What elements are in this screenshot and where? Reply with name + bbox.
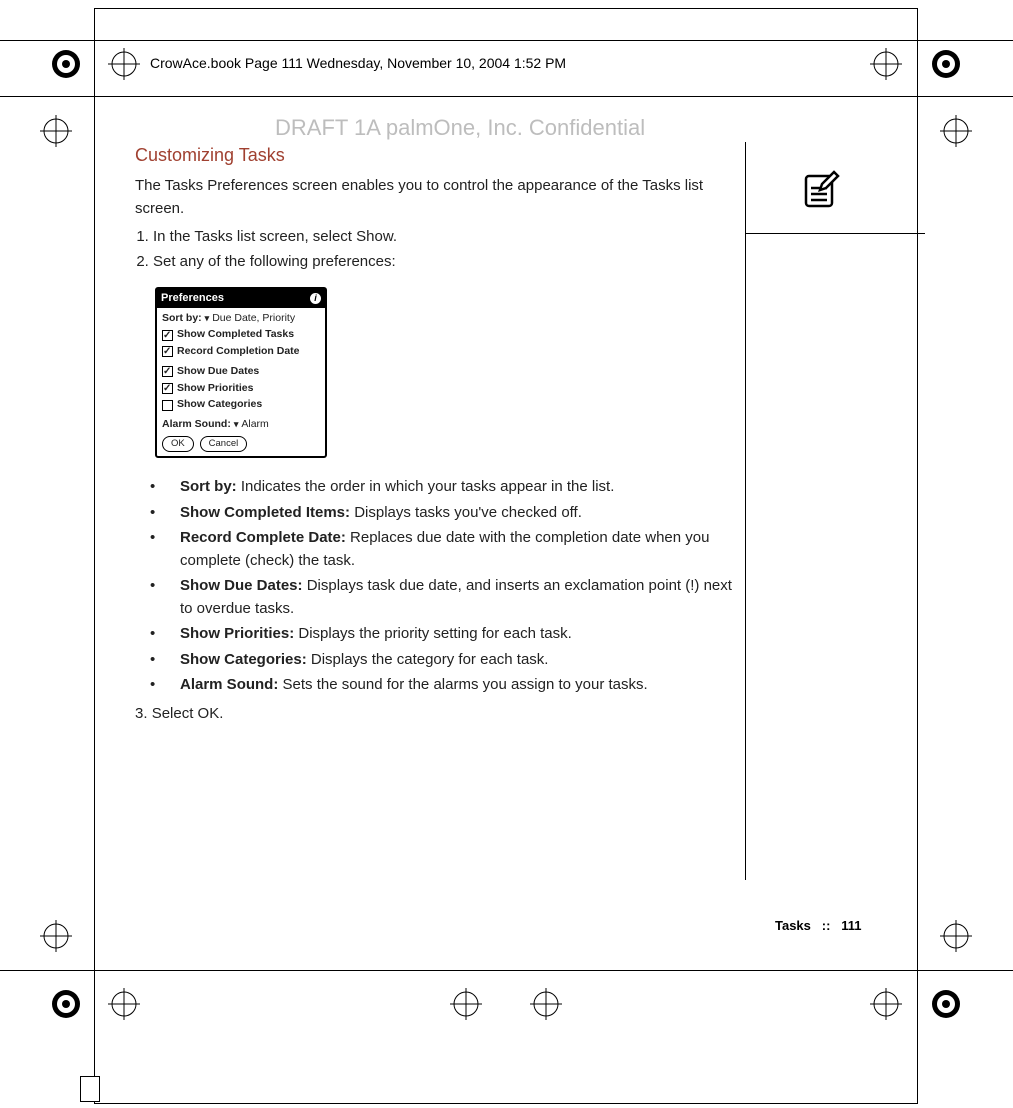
crosshair-icon	[870, 988, 902, 1020]
crosshair-icon	[870, 48, 902, 80]
step-list: In the Tasks list screen, select Show. S…	[135, 226, 735, 273]
bullet-label: Sort by:	[180, 478, 237, 495]
color-marker	[80, 1076, 100, 1102]
main-content: Customizing Tasks The Tasks Preferences …	[135, 142, 735, 725]
pref-checkbox-row[interactable]: Show Completed Tasks	[162, 327, 320, 343]
pref-label: Record Completion Date	[177, 344, 300, 360]
bullet-text: Indicates the order in which your tasks …	[237, 478, 615, 495]
draft-watermark: DRAFT 1A palmOne, Inc. Confidential	[275, 115, 645, 141]
alarm-label: Alarm Sound:	[162, 417, 231, 433]
note-icon	[798, 168, 842, 212]
bullet-text: Displays the priority setting for each t…	[294, 625, 572, 642]
intro-text: The Tasks Preferences screen enables you…	[135, 175, 735, 220]
pref-checkbox-row[interactable]: Show Categories	[162, 397, 320, 413]
list-item: Sort by: Indicates the order in which yo…	[165, 476, 735, 499]
checkbox-icon[interactable]	[162, 330, 173, 341]
preferences-screenshot: Preferences i Sort by: ▾ Due Date, Prior…	[155, 287, 327, 458]
crosshair-icon	[940, 115, 972, 147]
crosshair-icon	[40, 920, 72, 952]
alarm-value: Alarm	[241, 417, 268, 433]
info-icon[interactable]: i	[310, 293, 321, 304]
prefs-title-text: Preferences	[161, 290, 224, 307]
reg-mark-icon	[50, 48, 82, 80]
bullet-label: Alarm Sound:	[180, 676, 278, 693]
alarm-row[interactable]: Alarm Sound: ▾ Alarm	[162, 417, 320, 433]
sidebar-divider	[745, 142, 746, 880]
reg-mark-icon	[50, 988, 82, 1020]
crosshair-icon	[108, 988, 140, 1020]
bullet-text: Displays the category for each task.	[307, 651, 549, 668]
pref-checkbox-row[interactable]: Show Due Dates	[162, 364, 320, 380]
pref-label: Show Priorities	[177, 381, 253, 397]
rule-bottom	[0, 970, 1013, 971]
pref-label: Show Completed Tasks	[177, 327, 294, 343]
pref-checkbox-row[interactable]: Show Priorities	[162, 381, 320, 397]
prefs-titlebar: Preferences i	[157, 289, 325, 308]
list-item: Show Completed Items: Displays tasks you…	[165, 502, 735, 525]
list-item: Record Complete Date: Replaces due date …	[165, 527, 735, 572]
bullet-label: Show Categories:	[180, 651, 307, 668]
dropdown-icon: ▾	[234, 418, 239, 432]
pref-label: Show Categories	[177, 397, 262, 413]
sort-by-row[interactable]: Sort by: ▾ Due Date, Priority	[162, 311, 320, 327]
pref-checkbox-row[interactable]: Record Completion Date	[162, 344, 320, 360]
list-item: Show Categories: Displays the category f…	[165, 649, 735, 672]
checkbox-icon[interactable]	[162, 346, 173, 357]
sidebar-rule	[745, 233, 925, 234]
bullet-text: Displays tasks you've checked off.	[350, 504, 582, 521]
crosshair-icon	[530, 988, 562, 1020]
footer-sep: ::	[822, 918, 831, 933]
bullet-label: Show Due Dates:	[180, 577, 303, 594]
running-header: CrowAce.book Page 111 Wednesday, Novembe…	[150, 55, 566, 71]
reg-mark-icon	[930, 48, 962, 80]
step-item: Set any of the following preferences:	[153, 251, 735, 274]
reg-mark-icon	[930, 988, 962, 1020]
list-item: Show Priorities: Displays the priority s…	[165, 623, 735, 646]
bullet-label: Show Completed Items:	[180, 504, 350, 521]
crosshair-icon	[940, 920, 972, 952]
footer-section: Tasks	[775, 918, 811, 933]
step-item: 3. Select OK.	[135, 703, 735, 726]
ok-button[interactable]: OK	[162, 436, 194, 452]
bullet-list: Sort by: Indicates the order in which yo…	[135, 476, 735, 697]
footer-page: 111	[841, 918, 861, 933]
list-item: Alarm Sound: Sets the sound for the alar…	[165, 674, 735, 697]
crosshair-icon	[40, 115, 72, 147]
pref-label: Show Due Dates	[177, 364, 259, 380]
page-footer: Tasks :: 111	[775, 918, 862, 933]
bullet-label: Show Priorities:	[180, 625, 294, 642]
dropdown-icon: ▾	[205, 312, 210, 326]
checkbox-icon[interactable]	[162, 400, 173, 411]
sortby-label: Sort by:	[162, 311, 202, 327]
cancel-button[interactable]: Cancel	[200, 436, 248, 452]
bullet-label: Record Complete Date:	[180, 529, 346, 546]
checkbox-icon[interactable]	[162, 383, 173, 394]
list-item: Show Due Dates: Displays task due date, …	[165, 575, 735, 620]
bullet-text: Sets the sound for the alarms you assign…	[278, 676, 647, 693]
crosshair-icon	[108, 48, 140, 80]
rule-top	[0, 96, 1013, 97]
section-title: Customizing Tasks	[135, 142, 735, 169]
crosshair-icon	[450, 988, 482, 1020]
sortby-value: Due Date, Priority	[212, 311, 295, 327]
step-item: In the Tasks list screen, select Show.	[153, 226, 735, 249]
checkbox-icon[interactable]	[162, 366, 173, 377]
